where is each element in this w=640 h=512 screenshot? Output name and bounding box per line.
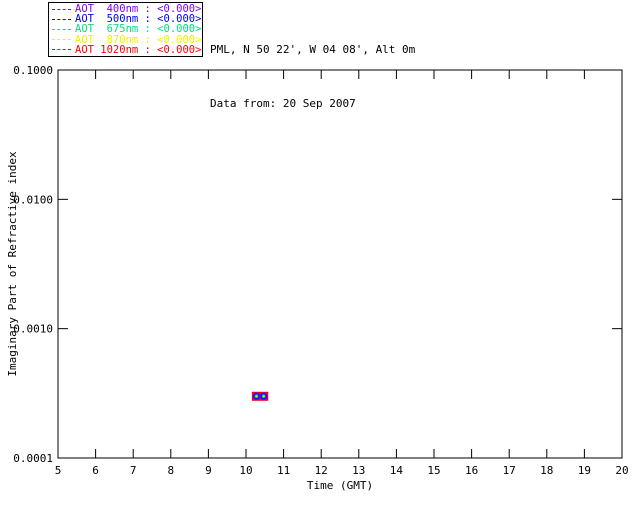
x-tick-label: 9	[205, 464, 212, 477]
x-axis-title: Time (GMT)	[307, 479, 373, 492]
x-tick-label: 10	[239, 464, 252, 477]
y-tick-label: 0.0001	[13, 452, 53, 465]
x-tick-label: 14	[390, 464, 404, 477]
x-tick-label: 8	[167, 464, 174, 477]
y-axis-title: Imaginary Part of Refractive index	[6, 151, 19, 377]
plot-page: AOT 400nm : <0.000> AOT 500nm : <0.000> …	[0, 0, 640, 512]
x-tick-label: 5	[55, 464, 62, 477]
plot-svg: 5 6 7 8 9 10 11 12 13 14 15 16 17 18 19 20 0.1000 0.0100 0…	[0, 0, 640, 512]
x-tick-label: 17	[503, 464, 516, 477]
data-point-aot-870nm	[256, 395, 258, 397]
y-tick-label: 0.0100	[13, 193, 53, 206]
x-tick-label: 11	[277, 464, 290, 477]
x-tick-label: 7	[130, 464, 137, 477]
x-tick-label: 19	[578, 464, 591, 477]
x-tick-label: 16	[465, 464, 478, 477]
x-tick-label: 20	[615, 464, 628, 477]
x-tick-label: 13	[352, 464, 365, 477]
y-tick-label: 0.1000	[13, 64, 53, 77]
x-tick-label: 12	[315, 464, 328, 477]
x-tick-label: 6	[92, 464, 99, 477]
plot-frame	[58, 70, 622, 458]
y-tick-label: 0.0010	[13, 323, 53, 336]
x-tick-label: 18	[540, 464, 553, 477]
data-point-aot-870nm	[263, 395, 265, 397]
x-tick-label: 15	[427, 464, 440, 477]
